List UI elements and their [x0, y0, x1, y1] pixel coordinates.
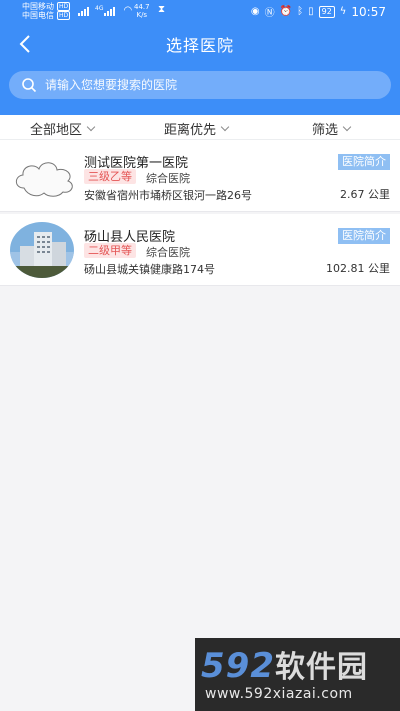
page-title: 选择医院	[165, 36, 234, 55]
watermark-brand: 592软件园	[201, 642, 368, 686]
eye-icon: ◉	[250, 6, 260, 17]
battery-level: 92	[318, 5, 335, 18]
hospital-card[interactable]: 砀山县人民医院 二级甲等 综合医院 砀山县城关镇健康路174号 医院简介 102…	[0, 214, 400, 286]
hd-badge: HD	[57, 11, 71, 20]
filter-bar: 全部地区 距离优先 筛选	[0, 115, 400, 140]
hospital-building-image	[10, 222, 74, 278]
chevron-down-icon	[220, 122, 230, 131]
filter-more[interactable]: 筛选	[312, 119, 352, 138]
filter-region[interactable]: 全部地区	[30, 119, 96, 138]
search-input[interactable]	[45, 78, 365, 92]
hourglass-icon: ⧗	[158, 4, 166, 15]
hospital-intro-button[interactable]: 医院简介	[338, 228, 390, 244]
chevron-down-icon	[86, 122, 96, 131]
hospital-distance: 2.67 公里	[340, 188, 390, 201]
app-header: 中国移动 HD 中国电信 HD 4G ◠ 44.7 K/s ⧗ ◉ Ⓝ ⏰ ᛒ ▯ …	[0, 0, 400, 115]
nav-bar: 选择医院	[0, 28, 400, 60]
status-time: 10:57	[351, 4, 386, 19]
status-bar: 中国移动 HD 中国电信 HD 4G ◠ 44.7 K/s ⧗ ◉ Ⓝ ⏰ ᛒ ▯ …	[0, 0, 400, 24]
chevron-down-icon	[342, 122, 352, 131]
signal-icon: 4G ◠	[78, 6, 132, 16]
filter-region-label: 全部地区	[30, 123, 83, 138]
search-icon	[22, 78, 37, 93]
watermark-url: www.592xiazai.com	[205, 686, 353, 702]
hospital-grade-badge: 三级乙等	[84, 169, 136, 184]
alarm-icon: ⏰	[279, 6, 293, 17]
hd-badge: HD	[57, 2, 71, 11]
watermark-brand-cn: 软件园	[274, 650, 368, 685]
search-bar[interactable]	[9, 71, 391, 99]
network-type: 4G	[95, 5, 104, 12]
net-speed-value: 44.7	[134, 3, 150, 11]
hospital-grade-badge: 二级甲等	[84, 243, 136, 258]
carrier-2: 中国电信	[22, 11, 54, 20]
watermark-logo: 592软件园 www.592xiazai.com	[195, 638, 400, 711]
cloud-placeholder-icon	[15, 162, 73, 197]
filter-distance[interactable]: 距离优先	[164, 119, 230, 138]
charging-icon: ϟ	[339, 6, 347, 17]
hospital-distance: 102.81 公里	[326, 262, 390, 275]
net-speed: 44.7 K/s	[134, 3, 150, 19]
hospital-photo	[10, 222, 74, 278]
net-speed-unit: K/s	[136, 11, 148, 19]
bluetooth-icon: ᛒ	[297, 6, 304, 17]
hospital-thumbnail	[10, 148, 74, 204]
carrier-info: 中国移动 HD 中国电信 HD	[22, 2, 71, 20]
filter-more-label: 筛选	[312, 123, 339, 138]
watermark-brand-number: 592	[201, 646, 275, 686]
nfc-icon: Ⓝ	[264, 8, 275, 19]
vibrate-icon: ▯	[308, 6, 314, 17]
hospital-intro-button[interactable]: 医院简介	[338, 154, 390, 170]
hospital-address: 安徽省宿州市埇桥区银河一路26号	[84, 189, 252, 202]
carrier-1: 中国移动	[22, 2, 54, 11]
wifi-icon: ◠	[123, 5, 133, 16]
hospital-address: 砀山县城关镇健康路174号	[84, 263, 215, 276]
hospital-list: 测试医院第一医院 三级乙等 综合医院 安徽省宿州市埇桥区银河一路26号 医院简介…	[0, 140, 400, 286]
hospital-card[interactable]: 测试医院第一医院 三级乙等 综合医院 安徽省宿州市埇桥区银河一路26号 医院简介…	[0, 140, 400, 212]
hospital-type: 综合医院	[146, 172, 190, 185]
status-right: ◉ Ⓝ ⏰ ᛒ ▯ 92 ϟ 10:57	[250, 4, 386, 20]
filter-distance-label: 距离优先	[164, 123, 217, 138]
hospital-type: 综合医院	[146, 246, 190, 259]
